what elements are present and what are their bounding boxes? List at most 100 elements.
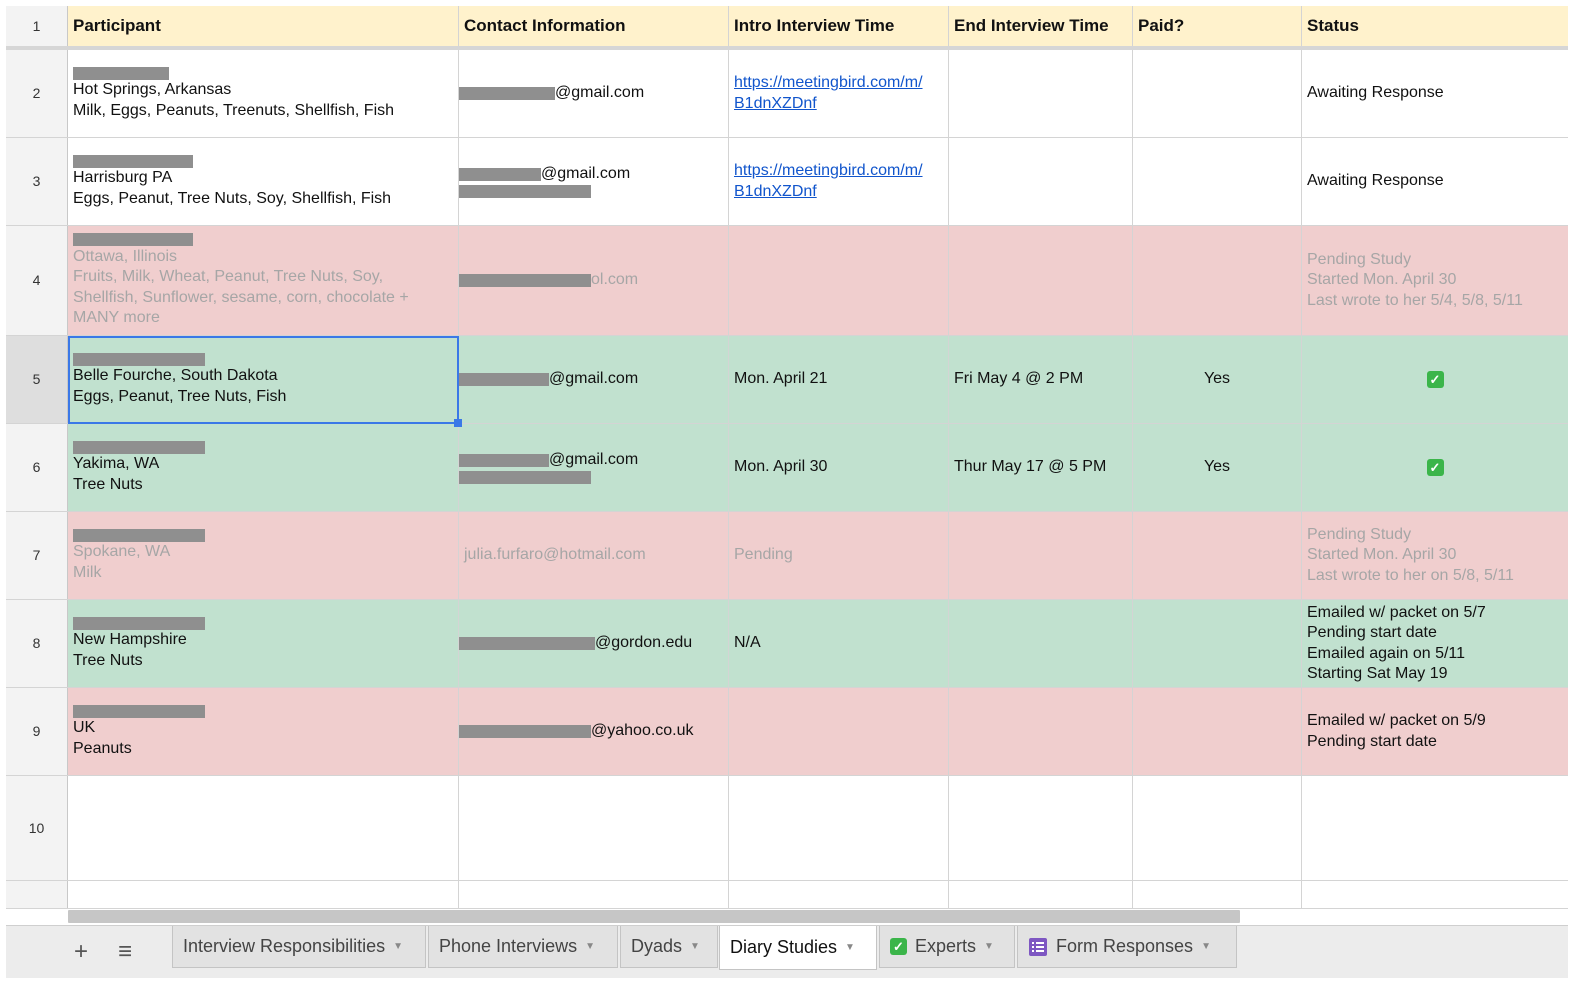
status-cell[interactable] bbox=[1302, 776, 1568, 880]
contact-cell[interactable]: @gordon.edu bbox=[459, 600, 729, 687]
empty-cell[interactable] bbox=[459, 881, 729, 908]
status-cell[interactable]: ✓ bbox=[1302, 424, 1568, 511]
location-text: Spokane, WA bbox=[73, 543, 171, 560]
end-time-cell[interactable]: Fri May 4 @ 2 PM bbox=[949, 336, 1133, 423]
allergens-text: Fruits, Milk, Wheat, Peanut, Tree Nuts, … bbox=[73, 268, 384, 285]
paid-cell[interactable]: Yes bbox=[1133, 424, 1302, 511]
end-time-cell[interactable] bbox=[949, 138, 1133, 225]
intro-time-cell[interactable]: Mon. April 30 bbox=[729, 424, 949, 511]
end-time-cell[interactable] bbox=[949, 226, 1133, 335]
contact-cell[interactable]: julia.furfaro@hotmail.com bbox=[459, 512, 729, 599]
end-time-cell[interactable] bbox=[949, 776, 1133, 880]
intro-time-cell[interactable] bbox=[729, 776, 949, 880]
paid-cell[interactable] bbox=[1133, 50, 1302, 137]
row-header[interactable]: 7 bbox=[6, 512, 68, 599]
status-cell[interactable]: Pending Study Started Mon. April 30 Last… bbox=[1302, 512, 1568, 599]
contact-cell[interactable]: @gmail.com bbox=[459, 50, 729, 137]
row-header[interactable]: 8 bbox=[6, 600, 68, 687]
status-cell[interactable]: ✓ bbox=[1302, 336, 1568, 423]
tab-experts[interactable]: ✓ Experts ▼ bbox=[879, 926, 1015, 968]
paid-cell[interactable] bbox=[1133, 776, 1302, 880]
empty-cell[interactable] bbox=[68, 881, 459, 908]
row-header[interactable]: 2 bbox=[6, 50, 68, 137]
participant-cell[interactable]: Belle Fourche, South Dakota Eggs, Peanut… bbox=[68, 336, 459, 423]
tab-dropdown-icon[interactable]: ▼ bbox=[845, 942, 855, 953]
participant-cell[interactable]: Yakima, WA Tree Nuts bbox=[68, 424, 459, 511]
tab-dropdown-icon[interactable]: ▼ bbox=[984, 941, 994, 952]
meeting-link[interactable]: B1dnXZDnf bbox=[734, 94, 943, 115]
contact-cell[interactable]: @gmail.com bbox=[459, 138, 729, 225]
intro-time-cell[interactable]: N/A bbox=[729, 600, 949, 687]
tab-dyads[interactable]: Dyads ▼ bbox=[620, 926, 718, 968]
column-header-contact[interactable]: Contact Information bbox=[459, 6, 729, 46]
end-time-cell[interactable] bbox=[949, 688, 1133, 775]
contact-cell[interactable]: @gmail.com bbox=[459, 336, 729, 423]
intro-time-cell[interactable] bbox=[729, 226, 949, 335]
paid-cell[interactable] bbox=[1133, 226, 1302, 335]
empty-cell[interactable] bbox=[1302, 881, 1568, 908]
column-header-intro-time[interactable]: Intro Interview Time bbox=[729, 6, 949, 46]
fill-handle[interactable] bbox=[454, 419, 462, 427]
participant-cell[interactable]: Ottawa, Illinois Fruits, Milk, Wheat, Pe… bbox=[68, 226, 459, 335]
redacted-phone bbox=[459, 471, 591, 485]
paid-cell[interactable] bbox=[1133, 688, 1302, 775]
contact-cell[interactable]: @yahoo.co.uk bbox=[459, 688, 729, 775]
intro-time-cell[interactable]: https://meetingbird.com/m/ B1dnXZDnf bbox=[729, 138, 949, 225]
tab-phone-interviews[interactable]: Phone Interviews ▼ bbox=[428, 926, 618, 968]
tab-diary-studies[interactable]: Diary Studies ▼ bbox=[719, 926, 877, 970]
status-cell[interactable]: Emailed w/ packet on 5/7 Pending start d… bbox=[1302, 600, 1568, 687]
meeting-link[interactable]: https://meetingbird.com/m/ bbox=[734, 73, 943, 94]
column-header-status[interactable]: Status bbox=[1302, 6, 1568, 46]
contact-cell[interactable] bbox=[459, 776, 729, 880]
meeting-link[interactable]: https://meetingbird.com/m/ bbox=[734, 161, 943, 182]
status-cell[interactable]: Awaiting Response bbox=[1302, 50, 1568, 137]
tab-interview-responsibilities[interactable]: Interview Responsibilities ▼ bbox=[172, 926, 426, 968]
empty-cell[interactable] bbox=[1133, 881, 1302, 908]
all-sheets-menu-icon[interactable]: ≡ bbox=[118, 938, 132, 966]
empty-cell[interactable] bbox=[729, 881, 949, 908]
row-header[interactable]: 5 bbox=[6, 336, 68, 423]
column-header-paid[interactable]: Paid? bbox=[1133, 6, 1302, 46]
end-time-cell[interactable] bbox=[949, 512, 1133, 599]
row-header[interactable]: 3 bbox=[6, 138, 68, 225]
end-time-cell[interactable]: Thur May 17 @ 5 PM bbox=[949, 424, 1133, 511]
tab-form-responses[interactable]: Form Responses ▼ bbox=[1017, 926, 1237, 968]
tab-dropdown-icon[interactable]: ▼ bbox=[690, 941, 700, 952]
intro-time-cell[interactable]: https://meetingbird.com/m/ B1dnXZDnf bbox=[729, 50, 949, 137]
participant-cell[interactable]: Spokane, WA Milk bbox=[68, 512, 459, 599]
row-header[interactable] bbox=[6, 881, 68, 908]
column-header-participant[interactable]: Participant bbox=[68, 6, 459, 46]
status-cell[interactable]: Awaiting Response bbox=[1302, 138, 1568, 225]
paid-cell[interactable]: Yes bbox=[1133, 336, 1302, 423]
status-cell[interactable]: Pending Study Started Mon. April 30 Last… bbox=[1302, 226, 1568, 335]
row-header[interactable]: 4 bbox=[6, 226, 68, 335]
intro-time-cell[interactable]: Mon. April 21 bbox=[729, 336, 949, 423]
end-time-cell[interactable] bbox=[949, 50, 1133, 137]
row-header[interactable]: 9 bbox=[6, 688, 68, 775]
column-header-end-time[interactable]: End Interview Time bbox=[949, 6, 1133, 46]
participant-cell[interactable]: Harrisburg PA Eggs, Peanut, Tree Nuts, S… bbox=[68, 138, 459, 225]
horizontal-scrollbar[interactable] bbox=[68, 910, 1240, 923]
empty-cell[interactable] bbox=[949, 881, 1133, 908]
status-cell[interactable]: Emailed w/ packet on 5/9 Pending start d… bbox=[1302, 688, 1568, 775]
row-header[interactable]: 6 bbox=[6, 424, 68, 511]
row-header[interactable]: 10 bbox=[6, 776, 68, 880]
intro-time-cell[interactable]: Pending bbox=[729, 512, 949, 599]
row-header[interactable]: 1 bbox=[6, 6, 68, 46]
participant-cell[interactable]: UK Peanuts bbox=[68, 688, 459, 775]
paid-cell[interactable] bbox=[1133, 512, 1302, 599]
intro-time-cell[interactable] bbox=[729, 688, 949, 775]
contact-cell[interactable]: @gmail.com bbox=[459, 424, 729, 511]
participant-cell[interactable]: Hot Springs, Arkansas Milk, Eggs, Peanut… bbox=[68, 50, 459, 137]
tab-dropdown-icon[interactable]: ▼ bbox=[585, 941, 595, 952]
end-time-cell[interactable] bbox=[949, 600, 1133, 687]
add-sheet-button[interactable]: + bbox=[74, 938, 88, 966]
tab-dropdown-icon[interactable]: ▼ bbox=[1201, 941, 1211, 952]
tab-dropdown-icon[interactable]: ▼ bbox=[393, 941, 403, 952]
contact-cell[interactable]: ol.com bbox=[459, 226, 729, 335]
meeting-link[interactable]: B1dnXZDnf bbox=[734, 182, 943, 203]
participant-cell[interactable]: New Hampshire Tree Nuts bbox=[68, 600, 459, 687]
paid-cell[interactable] bbox=[1133, 138, 1302, 225]
paid-cell[interactable] bbox=[1133, 600, 1302, 687]
participant-cell[interactable] bbox=[68, 776, 459, 880]
